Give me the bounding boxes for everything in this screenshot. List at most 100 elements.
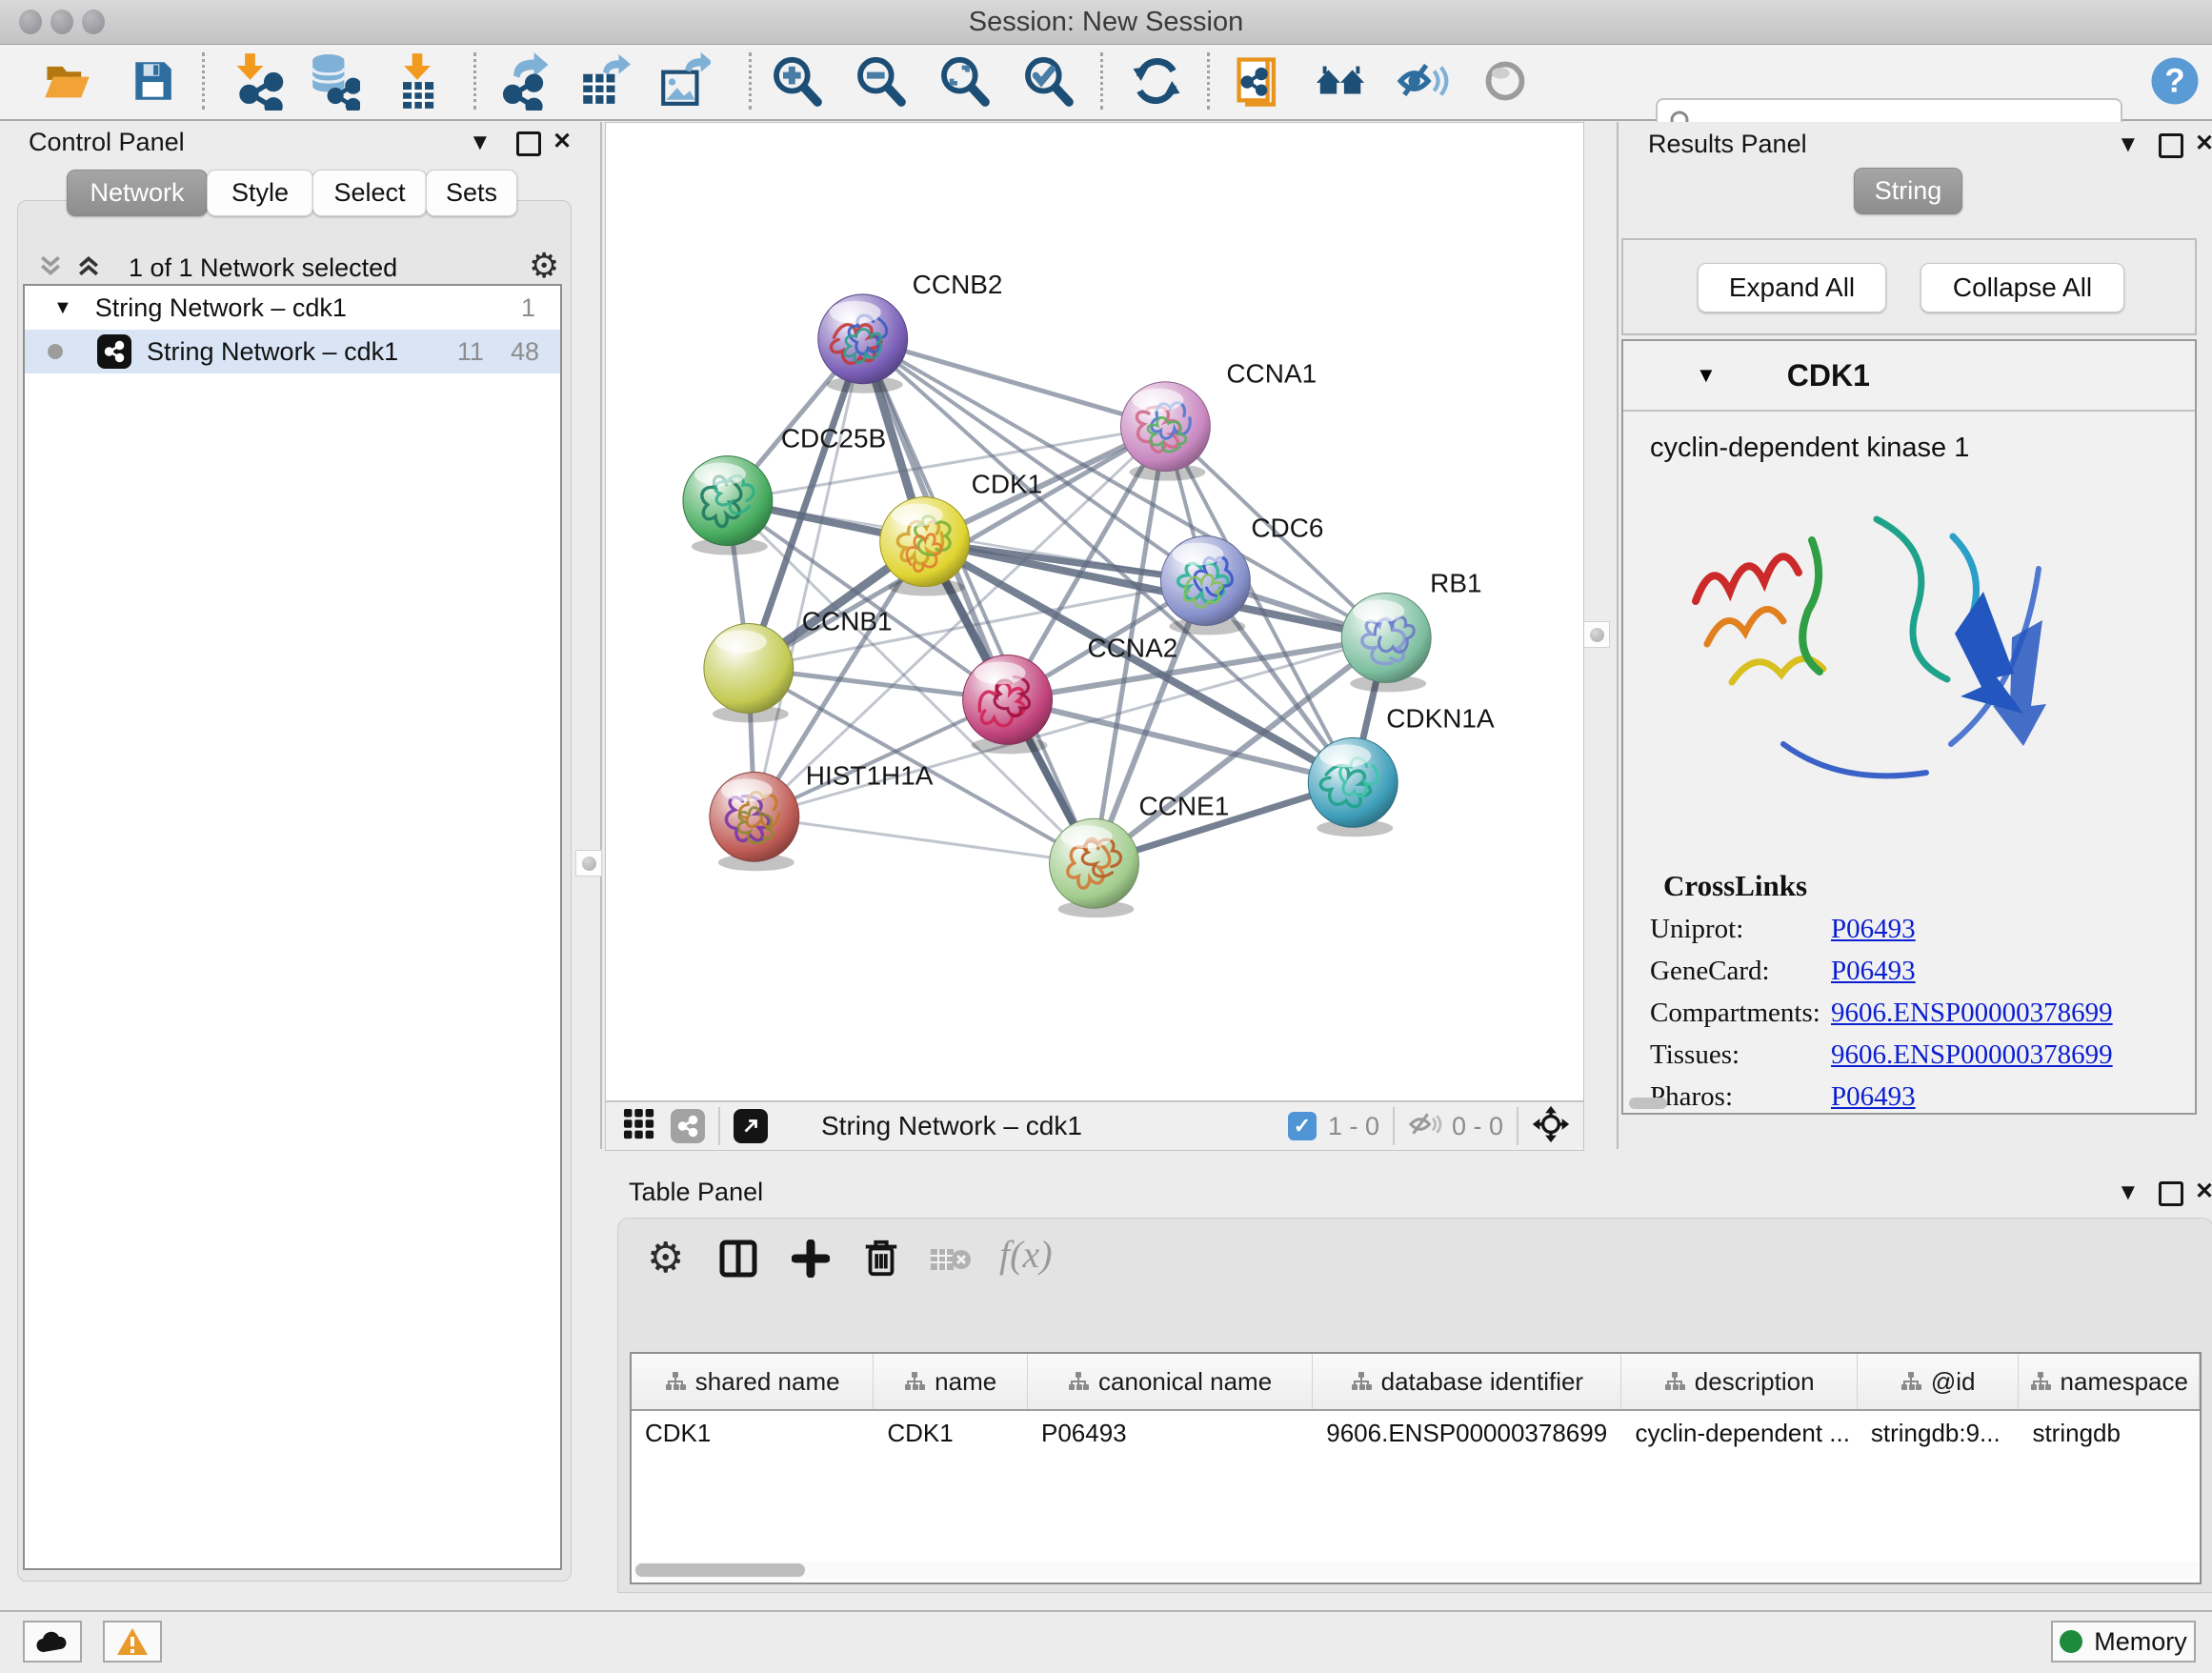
network-row[interactable]: String Network – cdk1 11 48	[25, 330, 560, 373]
tree-expand-icon[interactable]: ▼	[53, 297, 72, 319]
hide-selected-eye-icon[interactable]	[1397, 52, 1450, 110]
right-divider-handle[interactable]	[1583, 621, 1610, 648]
table-cell[interactable]: 9606.ENSP00000378699	[1313, 1419, 1621, 1448]
tab-string[interactable]: String	[1854, 168, 1962, 214]
results-panel-close-icon[interactable]: ✕	[2195, 130, 2212, 157]
collapse-all-button[interactable]: Collapse All	[1920, 263, 2124, 312]
table-panel-menu-arrow[interactable]: ▼	[2117, 1179, 2140, 1206]
network-canvas[interactable]: CCNB2CCNA1CDC25BCDK1CDC6RB1CCNB1CCNA2CDK…	[605, 122, 1584, 1101]
table-cell[interactable]: CDK1	[874, 1419, 1028, 1448]
network-options-gear-icon[interactable]: ⚙	[529, 246, 559, 286]
column-header-name[interactable]: name	[874, 1354, 1028, 1409]
column-header-description[interactable]: description	[1621, 1354, 1857, 1409]
control-panel-close-icon[interactable]: ✕	[553, 128, 572, 155]
selected-checkbox-icon[interactable]: ✓	[1288, 1112, 1317, 1140]
help-icon[interactable]: ?	[2148, 52, 2202, 110]
tab-sets[interactable]: Sets	[426, 170, 517, 216]
node-CCNA1[interactable]	[1120, 382, 1210, 481]
node-CDK1[interactable]	[880, 497, 970, 596]
control-panel-menu-arrow[interactable]: ▼	[469, 130, 492, 156]
crosslink-link[interactable]: P06493	[1831, 956, 1916, 987]
crosslink-link[interactable]: 9606.ENSP00000378699	[1831, 1039, 2113, 1071]
edge-CCNB2-HIST1H1A[interactable]	[754, 339, 863, 817]
cloud-button[interactable]	[23, 1621, 82, 1663]
column-header-namespace[interactable]: namespace	[2019, 1354, 2200, 1409]
zoom-fit-icon[interactable]	[937, 52, 991, 110]
table-cell[interactable]: P06493	[1028, 1419, 1313, 1448]
import-network-file-icon[interactable]	[231, 52, 284, 110]
results-panel-menu-arrow[interactable]: ▼	[2117, 131, 2140, 158]
entry-header[interactable]: ▼ CDK1	[1623, 341, 2195, 412]
panel-divider	[1617, 122, 1619, 1149]
crosslink-link[interactable]: 9606.ENSP00000378699	[1831, 998, 2113, 1029]
export-image-icon[interactable]	[657, 52, 711, 110]
table-body: CDK1CDK1P064939606.ENSP00000378699cyclin…	[632, 1411, 2200, 1455]
table-cell[interactable]: cyclin-dependent ...	[1621, 1419, 1857, 1448]
warning-button[interactable]	[103, 1621, 162, 1663]
string-network-graph[interactable]: CCNB2CCNA1CDC25BCDK1CDC6RB1CCNB1CCNA2CDK…	[606, 123, 1583, 1100]
zoom-selected-icon[interactable]	[1021, 52, 1075, 110]
memory-button[interactable]: Memory	[2051, 1621, 2196, 1663]
table-hscrollbar[interactable]	[633, 1562, 2198, 1579]
tab-network[interactable]: Network	[67, 170, 208, 216]
network-collection-row[interactable]: ▼ String Network – cdk1 1	[25, 286, 560, 330]
expand-all-button[interactable]: Expand All	[1698, 263, 1886, 312]
crosslink-row: Uniprot:P06493	[1650, 914, 2195, 945]
node-count: 11	[457, 337, 484, 367]
home-icon[interactable]	[1315, 52, 1368, 110]
entry-expand-icon[interactable]: ▼	[1696, 363, 1717, 388]
node-label-RB1: RB1	[1430, 569, 1481, 598]
table-row[interactable]: CDK1CDK1P064939606.ENSP00000378699cyclin…	[632, 1411, 2200, 1455]
node-CCNE1[interactable]	[1050, 818, 1139, 917]
delete-column-trash-icon[interactable]	[862, 1238, 900, 1282]
table-hscroll-thumb[interactable]	[635, 1563, 805, 1577]
control-panel-float-icon[interactable]	[516, 131, 541, 161]
results-panel-float-icon[interactable]	[2159, 133, 2183, 163]
node-CDC25B[interactable]	[683, 456, 773, 555]
node-HIST1H1A[interactable]	[710, 772, 799, 871]
zoom-out-icon[interactable]	[854, 52, 907, 110]
node-RB1[interactable]	[1341, 594, 1431, 693]
column-header-canonical-name[interactable]: canonical name	[1028, 1354, 1313, 1409]
hierarchy-icon	[1351, 1371, 1372, 1392]
expand-all-chevron-icon[interactable]	[74, 252, 103, 285]
birdseye-grid-icon[interactable]	[623, 1108, 655, 1145]
save-session-icon[interactable]	[126, 52, 179, 110]
column-header-database-identifier[interactable]: database identifier	[1313, 1354, 1621, 1409]
table-panel-close-icon[interactable]: ✕	[2195, 1178, 2212, 1205]
add-column-icon[interactable]	[792, 1240, 830, 1282]
crosslink-link[interactable]: P06493	[1831, 914, 1916, 945]
tab-select[interactable]: Select	[312, 170, 427, 216]
table-cell[interactable]: CDK1	[632, 1419, 874, 1448]
delete-table-icon	[929, 1245, 973, 1279]
crosslink-link[interactable]: P06493	[1831, 1081, 1916, 1113]
table-panel-float-icon[interactable]	[2159, 1181, 2183, 1211]
collapse-all-chevron-icon[interactable]	[36, 252, 65, 285]
edge-CCNE1-HIST1H1A[interactable]	[754, 816, 1095, 863]
column-header-@id[interactable]: @id	[1858, 1354, 2020, 1409]
open-in-browser-icon[interactable]	[1233, 52, 1286, 110]
export-table-icon[interactable]	[577, 52, 631, 110]
tab-style[interactable]: Style	[207, 170, 313, 216]
results-hscroll-thumb[interactable]	[1629, 1098, 1667, 1109]
left-divider-handle[interactable]	[575, 850, 602, 877]
edge-CCNB2-CCNA1[interactable]	[863, 339, 1166, 427]
node-label-HIST1H1A: HIST1H1A	[806, 760, 934, 790]
crosslink-label: Compartments:	[1650, 998, 1831, 1029]
string-badge-icon[interactable]	[671, 1109, 705, 1143]
refresh-icon[interactable]	[1130, 52, 1183, 110]
export-network-icon[interactable]	[499, 52, 553, 110]
zoom-in-icon[interactable]	[770, 52, 823, 110]
table-cell[interactable]: stringdb	[2019, 1419, 2200, 1448]
open-network-in-browser-icon[interactable]	[734, 1109, 768, 1143]
column-header-shared-name[interactable]: shared name	[632, 1354, 874, 1409]
import-network-database-icon[interactable]	[307, 52, 360, 110]
import-table-file-icon[interactable]	[391, 52, 444, 110]
open-session-icon[interactable]	[40, 52, 93, 110]
table-options-gear-icon[interactable]: ⚙	[647, 1234, 684, 1282]
show-all-eye-icon[interactable]	[1478, 52, 1532, 110]
show-columns-icon[interactable]	[719, 1240, 757, 1282]
table-cell[interactable]: stringdb:9...	[1858, 1419, 2020, 1448]
node-CDKN1A[interactable]	[1308, 737, 1398, 836]
fit-content-crosshair-icon[interactable]	[1532, 1105, 1570, 1148]
